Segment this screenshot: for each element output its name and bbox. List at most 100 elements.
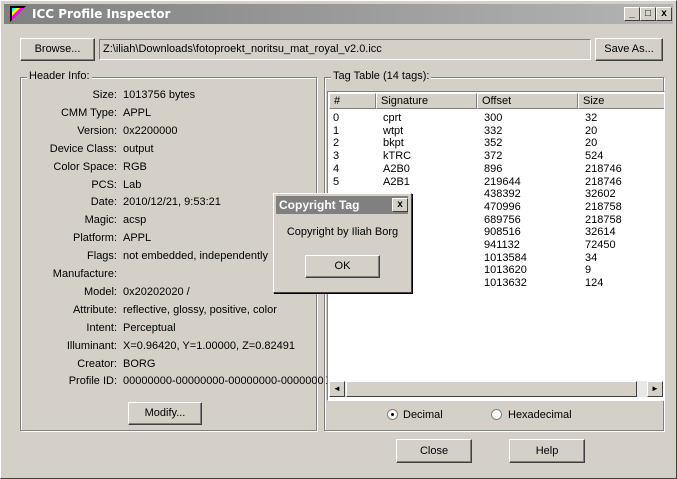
table-cell: 2 [333, 137, 340, 150]
decimal-label[interactable]: Decimal [403, 409, 443, 421]
table-cell: kTRC [383, 150, 412, 163]
header-field-key: Intent: [86, 321, 117, 334]
table-cell: 218758 [585, 213, 622, 226]
app-icon [10, 6, 26, 22]
header-info-label: Header Info: [27, 70, 92, 82]
save-as-button[interactable]: Save As... [595, 38, 663, 61]
header-field-value: 0x20202020 / [123, 285, 190, 298]
copyright-dialog: Copyright Tag x Copyright by Iliah Borg … [273, 193, 412, 293]
table-cell: 908516 [484, 226, 521, 239]
tag-table-label: Tag Table (14 tags): [331, 70, 432, 82]
table-row[interactable]: 3 kTRC 372 524 [328, 150, 662, 162]
scroll-left-icon[interactable]: ◄ [329, 381, 345, 397]
table-cell: 438392 [484, 188, 521, 201]
header-field-row: Profile ID: 00000000-00000000-00000000-00… [21, 375, 330, 393]
browse-button[interactable]: Browse... [20, 38, 95, 61]
table-cell: 32 [585, 112, 598, 124]
decimal-radio[interactable] [387, 409, 398, 420]
table-row[interactable]: 0 cprt 300 32 [328, 112, 662, 124]
table-cell: 32602 [585, 188, 616, 201]
table-row[interactable]: 5 A2B1 219644 218746 [328, 176, 662, 188]
minimize-button[interactable]: _ [624, 7, 640, 21]
close-window-button[interactable]: x [656, 7, 672, 21]
header-field-key: Flags: [87, 250, 117, 263]
table-cell: 524 [585, 150, 604, 163]
table-cell: A2B1 [383, 175, 410, 188]
header-field-key: Device Class: [49, 142, 117, 155]
header-field-key: Creator: [77, 357, 117, 370]
help-button[interactable]: Help [509, 439, 585, 463]
header-field-key: Magic: [84, 214, 117, 227]
table-cell: 34 [585, 251, 598, 264]
column-header-signature[interactable]: Signature [376, 93, 477, 109]
file-path-field[interactable]: Z:\iliah\Downloads\fotoproekt_noritsu_ma… [99, 39, 591, 60]
table-cell: 300 [484, 112, 503, 124]
header-field-key: Model: [83, 285, 117, 298]
table-row[interactable]: 2 bkpt 352 20 [328, 137, 662, 149]
table-cell: 941132 [484, 239, 520, 251]
table-cell: cprt [383, 112, 402, 124]
header-field-row: CMM Type: APPL [21, 107, 311, 125]
header-field-row: Attribute: reflective, glossy, positive, … [21, 304, 311, 322]
dialog-title: Copyright Tag [279, 198, 360, 212]
column-header-index[interactable]: # [329, 93, 376, 109]
table-cell: 124 [585, 277, 604, 290]
table-cell: 9 [585, 264, 592, 277]
header-field-value: 0x2200000 [123, 124, 178, 137]
table-row[interactable]: 1 wtpt 332 20 [328, 125, 662, 137]
table-row[interactable]: 4 A2B0 896 218746 [328, 163, 662, 175]
header-field-value: acsp [123, 214, 147, 227]
header-field-value: RGB [123, 160, 147, 173]
table-cell: 72450 [585, 239, 616, 251]
table-cell: 372 [484, 150, 503, 163]
table-cell: 219644 [484, 175, 521, 188]
table-cell: bkpt [383, 137, 404, 150]
header-field-key: Size: [92, 89, 117, 101]
header-field-row: Illuminant: X=0.96420, Y=1.00000, Z=0.824… [21, 340, 311, 358]
table-cell: 1 [333, 124, 340, 137]
header-field-value: reflective, glossy, positive, color [123, 303, 277, 316]
header-field-value: 1013756 bytes [123, 89, 196, 101]
header-field-value: APPL [123, 106, 152, 119]
main-window: ICC Profile Inspector _ □ x Browse... Z:… [0, 0, 677, 479]
table-cell: 0 [333, 112, 340, 124]
window-title: ICC Profile Inspector [32, 7, 171, 21]
header-field-value: Perceptual [123, 321, 176, 334]
header-field-row: Manufacture: [21, 268, 311, 286]
header-field-value: X=0.96420, Y=1.00000, Z=0.82491 [123, 339, 295, 352]
scroll-thumb[interactable] [346, 381, 637, 397]
column-header-offset[interactable]: Offset [477, 93, 578, 109]
header-field-row: Platform: APPL [21, 232, 311, 250]
modify-button[interactable]: Modify... [128, 402, 202, 425]
table-cell: wtpt [383, 124, 404, 137]
table-cell: 218746 [585, 162, 622, 175]
table-cell: 218758 [585, 200, 622, 213]
header-field-value: output [123, 142, 154, 155]
scroll-right-icon[interactable]: ► [647, 381, 663, 397]
table-cell: 352 [484, 137, 503, 150]
header-field-row: Color Space: RGB [21, 161, 311, 179]
header-field-key: Illuminant: [66, 339, 117, 352]
header-field-value: 00000000-00000000-00000000-00000000 [123, 375, 330, 388]
close-button[interactable]: Close [396, 439, 472, 463]
header-field-row: PCS: Lab [21, 179, 311, 197]
header-field-row: Creator: BORG [21, 358, 311, 376]
header-field-key: Attribute: [72, 303, 117, 316]
maximize-button[interactable]: □ [640, 7, 656, 21]
header-field-row: Version: 0x2200000 [21, 125, 311, 143]
table-cell: 5 [333, 175, 340, 188]
header-field-key: PCS: [91, 178, 117, 191]
header-field-row: Size: 1013756 bytes [21, 89, 311, 107]
table-cell: 1013620 [484, 264, 527, 277]
title-bar[interactable]: ICC Profile Inspector _ □ x [4, 4, 673, 24]
dialog-close-button[interactable]: x [392, 198, 408, 212]
horizontal-scrollbar[interactable]: ◄ ► [329, 381, 663, 397]
dialog-title-bar[interactable]: Copyright Tag x [276, 196, 408, 214]
hexadecimal-label[interactable]: Hexadecimal [508, 409, 572, 421]
hexadecimal-radio[interactable] [491, 409, 502, 420]
column-header-size[interactable]: Size [578, 93, 664, 109]
table-cell: 1013584 [484, 251, 527, 264]
table-cell: 470996 [484, 200, 521, 213]
header-field-key: Manufacture: [52, 268, 117, 280]
ok-button[interactable]: OK [305, 255, 380, 278]
